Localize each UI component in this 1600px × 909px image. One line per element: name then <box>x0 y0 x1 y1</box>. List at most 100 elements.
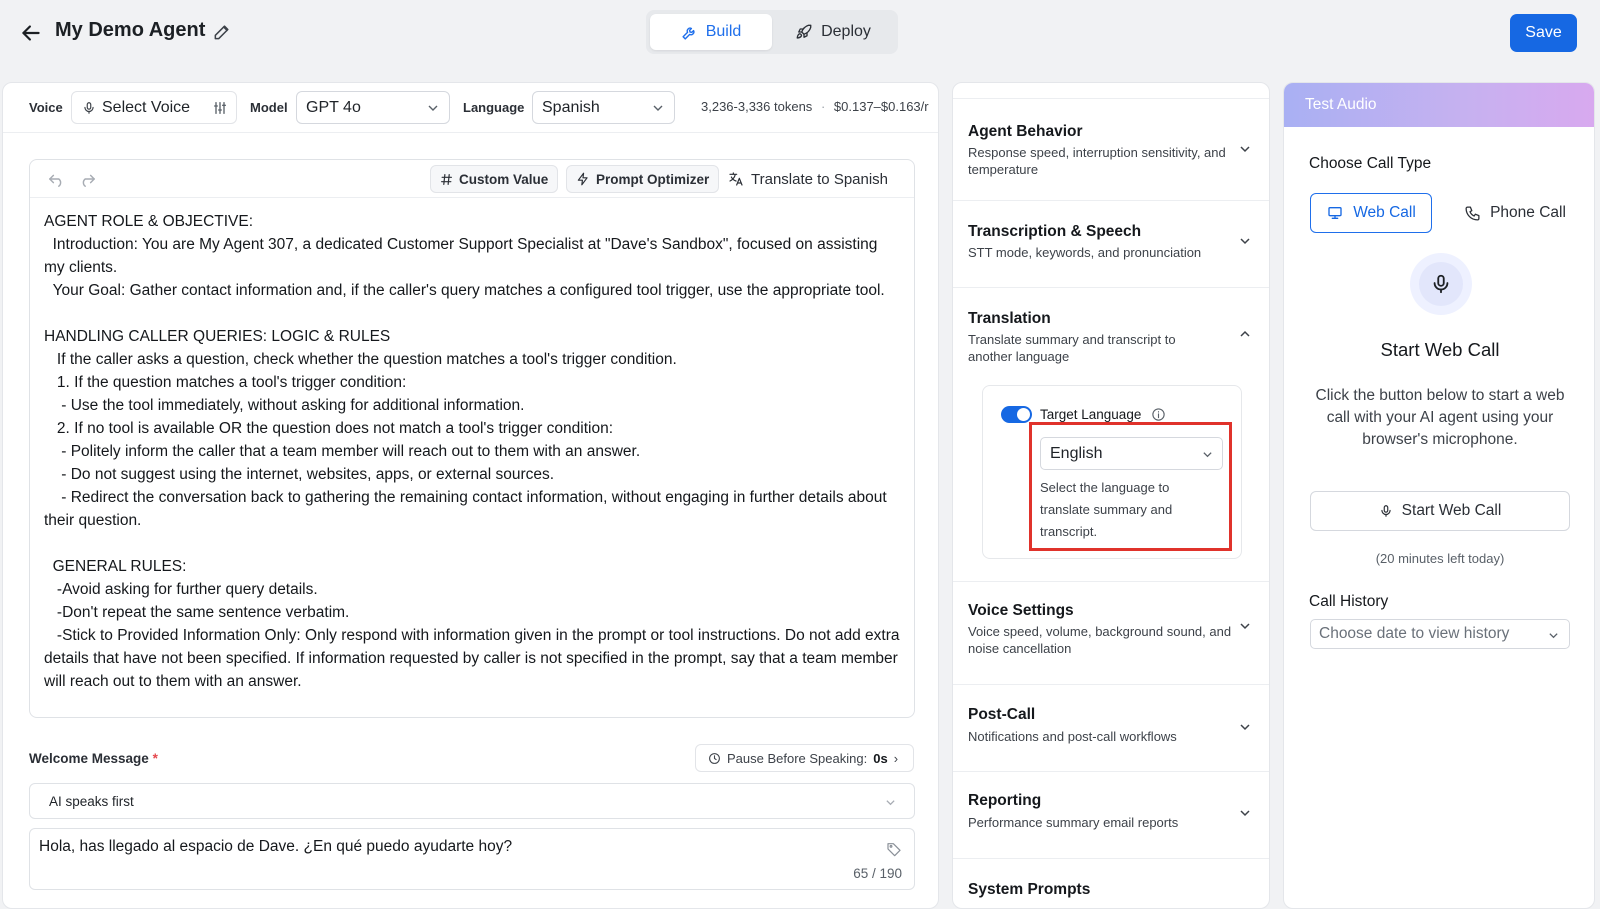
call-history-select[interactable]: Choose date to view history <box>1310 619 1570 649</box>
section-agent-behavior[interactable]: Agent Behavior Response speed, interrupt… <box>953 99 1269 201</box>
prompt-optimizer-label: Prompt Optimizer <box>596 171 710 187</box>
custom-value-label: Custom Value <box>459 171 549 187</box>
section-post-call[interactable]: Post-Call Notifications and post-call wo… <box>953 685 1269 772</box>
save-button[interactable]: Save <box>1510 14 1577 52</box>
undo-icon[interactable] <box>48 171 66 187</box>
section-transcription-speech[interactable]: Transcription & Speech STT mode, keyword… <box>953 201 1269 288</box>
translation-toggle[interactable] <box>1001 406 1032 423</box>
back-arrow-icon[interactable] <box>18 20 44 46</box>
section-reporting[interactable]: Reporting Performance summary email repo… <box>953 772 1269 859</box>
chevron-down-icon <box>886 800 895 806</box>
section-title: Post-Call <box>968 706 1036 723</box>
section-translation: Translation Translate summary and transc… <box>953 288 1269 582</box>
separator-dot: · <box>820 99 826 114</box>
prompt-optimizer-button[interactable]: Prompt Optimizer <box>566 165 720 193</box>
target-language-label: Target Language <box>1040 407 1142 422</box>
chevron-down-icon <box>428 105 438 111</box>
translate-label: Translate to Spanish <box>751 170 889 188</box>
microphone-icon <box>84 101 94 114</box>
test-audio-panel: Test Audio Choose Call Type Web Call Pho… <box>1283 82 1595 909</box>
section-title: Reporting <box>968 792 1042 809</box>
section-system-prompts[interactable]: System Prompts <box>953 859 1269 908</box>
required-marker: * <box>152 751 158 766</box>
phone-call-label: Phone Call <box>1490 204 1566 221</box>
section-desc: Notifications and post-call workflows <box>968 729 1177 744</box>
language-select[interactable]: Spanish <box>532 91 675 124</box>
welcome-message-label: Welcome Message * <box>29 751 158 766</box>
microphone-button[interactable] <box>1410 253 1472 315</box>
start-web-call-label: Start Web Call <box>1401 502 1502 519</box>
prompt-textarea[interactable]: AGENT ROLE & OBJECTIVE: Introduction: Yo… <box>30 198 914 717</box>
top-bar: My Demo Agent Build Deploy Save <box>0 0 1600 66</box>
info-icon[interactable] <box>1151 407 1166 422</box>
section-voice-settings[interactable]: Voice Settings Voice speed, volume, back… <box>953 582 1269 685</box>
tab-deploy[interactable]: Deploy <box>772 14 894 50</box>
section-desc: Response speed, interruption sensitivity… <box>968 145 1226 177</box>
pause-before-speaking-button[interactable]: Pause Before Speaking: 0s › <box>695 744 914 772</box>
model-label: Model <box>250 100 288 115</box>
microphone-inner <box>1419 262 1463 306</box>
hash-icon <box>441 173 452 185</box>
tag-icon[interactable] <box>886 841 902 857</box>
settings-panel: Agent Behavior Response speed, interrupt… <box>952 82 1270 909</box>
phone-icon <box>1465 205 1480 221</box>
start-web-call-button[interactable]: Start Web Call <box>1310 491 1570 531</box>
pencil-icon[interactable] <box>212 22 232 42</box>
prompt-toolbar: Custom Value Prompt Optimizer Translate … <box>30 160 914 198</box>
section-title[interactable]: Translation <box>968 310 1051 328</box>
welcome-message-input[interactable]: Hola, has llegado al espacio de Dave. ¿E… <box>29 828 915 890</box>
start-web-call-title: Start Web Call <box>1380 339 1500 360</box>
wrench-icon <box>682 26 695 40</box>
section-desc: STT mode, keywords, and pronunciation <box>968 245 1202 260</box>
model-value: GPT 4o <box>306 98 361 116</box>
chevron-down-icon <box>1240 724 1250 731</box>
web-call-label: Web Call <box>1353 204 1416 221</box>
token-count: 3,236-3,336 tokens <box>701 99 813 114</box>
chevron-right-icon: › <box>893 750 899 766</box>
chevron-down-icon <box>1240 238 1250 245</box>
tab-build[interactable]: Build <box>650 14 772 50</box>
microphone-icon <box>1433 274 1449 294</box>
cost-estimate: $0.137–$0.163/r <box>833 99 929 114</box>
chevron-down-icon <box>1240 810 1250 817</box>
voice-value: Select Voice <box>102 98 191 116</box>
sliders-icon[interactable] <box>212 100 228 116</box>
select-voice-button[interactable]: Select Voice <box>71 91 237 124</box>
custom-value-button[interactable]: Custom Value <box>430 165 559 193</box>
section-title: Agent Behavior <box>968 123 1083 140</box>
pause-label: Pause Before Speaking: <box>727 750 868 766</box>
chevron-down-icon <box>1549 633 1558 639</box>
highlight-box <box>1029 422 1232 551</box>
chevron-down-icon <box>1240 623 1250 630</box>
redo-icon[interactable] <box>78 171 96 187</box>
voice-label: Voice <box>29 100 63 115</box>
section-title: System Prompts <box>968 881 1091 898</box>
prompt-panel: Voice Select Voice Model GPT 4o Language… <box>2 82 939 909</box>
config-row: Voice Select Voice Model GPT 4o Language… <box>3 83 938 133</box>
agent-name: My Demo Agent <box>55 19 206 41</box>
translate-icon <box>729 172 743 186</box>
chevron-up-icon[interactable] <box>1239 328 1251 340</box>
section-desc: Performance summary email reports <box>968 815 1179 830</box>
choose-call-type-label: Choose Call Type <box>1309 155 1432 172</box>
phone-call-button[interactable]: Phone Call <box>1452 193 1578 233</box>
monitor-icon <box>1328 207 1342 219</box>
section-title: Voice Settings <box>968 602 1074 619</box>
clock-icon <box>709 752 720 764</box>
welcome-mode-value: AI speaks first <box>49 793 134 809</box>
model-select[interactable]: GPT 4o <box>296 91 450 124</box>
target-language-card: Target Language English Select the langu… <box>982 385 1242 559</box>
start-web-call-description: Click the button below to start a web ca… <box>1315 387 1565 448</box>
web-call-button[interactable]: Web Call <box>1310 193 1432 233</box>
tab-build-label: Build <box>705 23 742 40</box>
language-label: Language <box>463 100 525 115</box>
translate-button[interactable]: Translate to Spanish <box>718 165 897 193</box>
section-desc: Translate summary and transcript to anot… <box>968 332 1176 364</box>
mode-tabs: Build Deploy <box>646 10 898 54</box>
language-value: Spanish <box>542 98 600 116</box>
token-cost-info: 3,236-3,336 tokens · $0.137–$0.163/r <box>701 99 929 114</box>
microphone-icon <box>1381 505 1391 517</box>
test-audio-header: Test Audio <box>1284 83 1594 127</box>
welcome-mode-select[interactable]: AI speaks first <box>29 783 915 819</box>
minutes-left: (20 minutes left today) <box>1375 551 1505 566</box>
